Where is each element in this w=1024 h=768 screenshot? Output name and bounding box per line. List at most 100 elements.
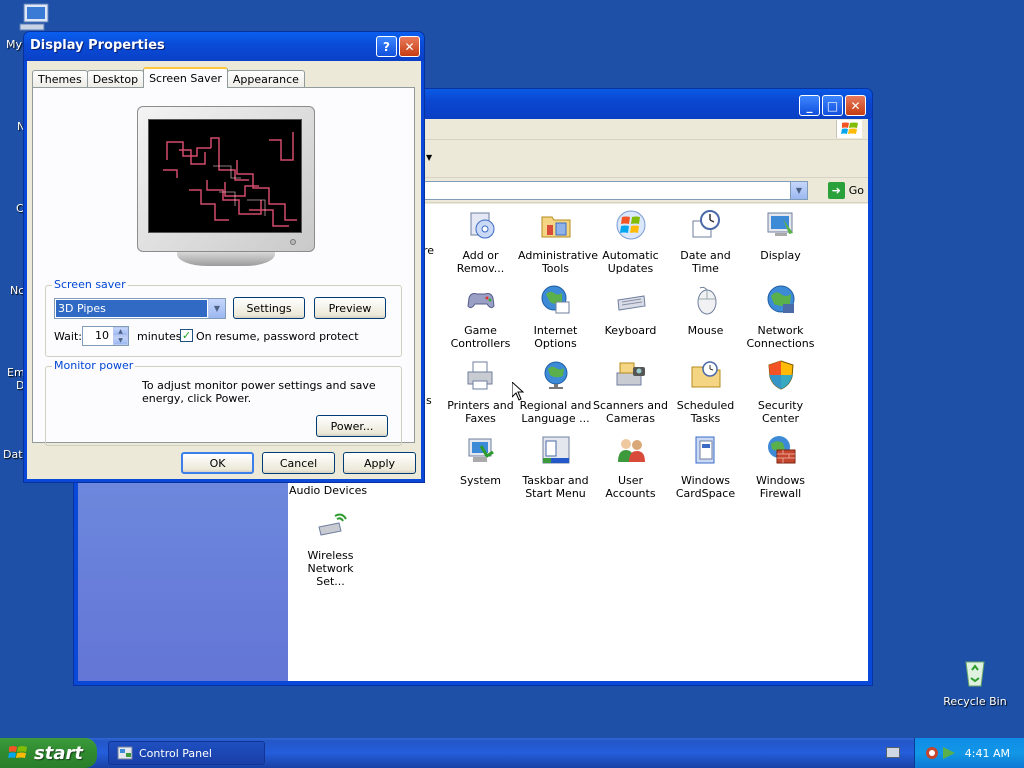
cp-item-internet-options[interactable]: Internet Options [518,284,593,350]
tray-icons[interactable] [925,745,959,761]
close-button[interactable]: ✕ [845,95,866,116]
cp-item-label: Security Center [757,399,804,425]
recycle-bin-label: Recycle Bin [943,695,1007,708]
cp-item-label: Game Controllers [450,324,511,350]
control-panel-icon [117,746,133,760]
dialog-title: Display Properties [30,38,165,53]
computer-icon [19,3,49,31]
cp-item-printers-faxes[interactable]: Printers and Faxes [443,359,518,425]
cp-item-wireless-network[interactable]: Wireless Network Set... [293,509,368,588]
wireless-icon [317,513,347,536]
energy-monitor-icon [56,381,88,413]
cp-item-system[interactable]: System [443,434,518,487]
cp-item-label: User Accounts [605,474,656,500]
tab-screen-saver[interactable]: Screen Saver [143,67,228,88]
minimize-button[interactable]: _ [799,95,820,116]
display-icon [767,212,793,236]
tab-appearance[interactable]: Appearance [226,70,305,88]
power-button[interactable]: Power... [316,415,388,437]
users-icon [617,439,645,462]
chevron-down-icon[interactable]: ▼ [208,299,225,318]
language-bar-keyboard-icon[interactable] [886,747,900,758]
dialog-close-button[interactable]: ✕ [399,36,420,57]
wait-label: Wait: [54,330,82,343]
tab-desktop[interactable]: Desktop [86,70,145,88]
cp-item-taskbar-start-menu[interactable]: Taskbar and Start Menu [518,434,593,500]
cp-item-scheduled-tasks[interactable]: Scheduled Tasks [668,359,743,425]
cp-item-date-time[interactable]: Date and Time [668,209,743,275]
taskbar-item-label: Control Panel [139,746,212,760]
go-button[interactable]: ➜ Go [827,182,864,199]
help-button[interactable]: ? [376,36,397,57]
minutes-label: minutes [137,330,182,343]
preview-button[interactable]: Preview [314,297,386,319]
settings-button[interactable]: Settings [233,297,305,319]
go-arrow-icon: ➜ [827,182,845,199]
address-dropdown-icon[interactable]: ▼ [790,182,807,199]
cp-item-administrative-tools[interactable]: Administrative Tools [518,209,598,275]
cp-item-label: Windows Firewall [755,474,806,500]
cp-item-automatic-updates[interactable]: Automatic Updates [593,209,668,275]
recycle-bin[interactable]: Recycle Bin [940,656,1010,708]
dialog-titlebar[interactable]: Display Properties ? ✕ [24,32,424,61]
spin-up-icon[interactable]: ▲ [113,327,128,336]
taskbar-item-control-panel[interactable]: Control Panel [108,741,265,765]
cp-item-security-center[interactable]: Security Center [743,359,818,425]
printer-icon [467,361,492,390]
monitor-power-group-label: Monitor power [52,359,136,372]
cancel-button[interactable]: Cancel [262,452,335,474]
tab-themes[interactable]: Themes [32,70,88,88]
partial-label-audio[interactable]: Audio Devices [289,484,367,497]
internet-icon [541,285,569,314]
cp-item-label: Network Connections [746,324,815,350]
firewall-icon [767,436,795,464]
maximize-icon: □ [826,98,839,113]
password-protect-label[interactable]: On resume, password protect [196,330,359,343]
cp-item-game-controllers[interactable]: Game Controllers [443,284,518,350]
cp-item-label: Display [760,249,801,262]
cp-item-label: Wireless Network Set... [307,549,354,588]
gamepad-icon [466,293,495,309]
password-protect-checkbox[interactable]: ✓ [180,329,193,342]
tab-strip: Themes Desktop Screen Saver Appearance [32,67,305,88]
display-properties-dialog[interactable]: Display Properties ? ✕ Themes Desktop Sc… [23,31,425,483]
spin-down-icon[interactable]: ▼ [113,336,128,345]
start-button[interactable]: start [0,738,97,768]
monitor-stand [177,252,275,266]
screen-saver-select[interactable]: 3D Pipes ▼ [54,298,226,319]
start-label: start [34,742,83,764]
cp-item-display[interactable]: Display [743,209,818,262]
clock-icon [692,210,720,238]
cp-item-windows-firewall[interactable]: Windows Firewall [743,434,818,500]
cp-item-label: Regional and Language ... [519,399,592,425]
views-dropdown-icon[interactable]: ▼ [426,153,432,162]
maximize-button[interactable]: □ [822,95,843,116]
clock[interactable]: 4:41 AM [965,747,1010,760]
go-label: Go [848,184,864,197]
add-remove-icon [470,212,494,239]
cp-item-label: Mouse [687,324,724,337]
wait-spinner[interactable]: 10 ▲ ▼ [82,326,129,346]
ok-button[interactable]: OK [181,452,254,474]
monitor-power-text: To adjust monitor power settings and sav… [142,379,376,405]
monitor-bezel [137,106,315,252]
cp-item-keyboard[interactable]: Keyboard [593,284,668,337]
desktop-label-my[interactable]: My [6,38,22,51]
cp-item-add-remove[interactable]: Add or Remov... [443,209,518,275]
close-icon: ✕ [404,39,415,54]
cp-item-regional-language[interactable]: Regional and Language ... [518,359,593,425]
system-icon [468,438,494,462]
globe-icon [544,361,567,389]
cp-item-network-connections[interactable]: Network Connections [743,284,818,350]
cp-item-user-accounts[interactable]: User Accounts [593,434,668,500]
cp-item-label: Add or Remov... [456,249,505,275]
cp-item-mouse[interactable]: Mouse [668,284,743,337]
cp-item-scanners-cameras[interactable]: Scanners and Cameras [593,359,668,425]
cp-item-label: Internet Options [533,324,578,350]
cp-item-label: System [459,474,502,487]
apply-button[interactable]: Apply [343,452,416,474]
cp-item-windows-cardspace[interactable]: Windows CardSpace [668,434,743,500]
screen-saver-panel: Screen saver 3D Pipes ▼ Settings Preview… [32,87,415,446]
auto-updates-icon [616,210,645,240]
cardspace-icon [695,436,714,464]
